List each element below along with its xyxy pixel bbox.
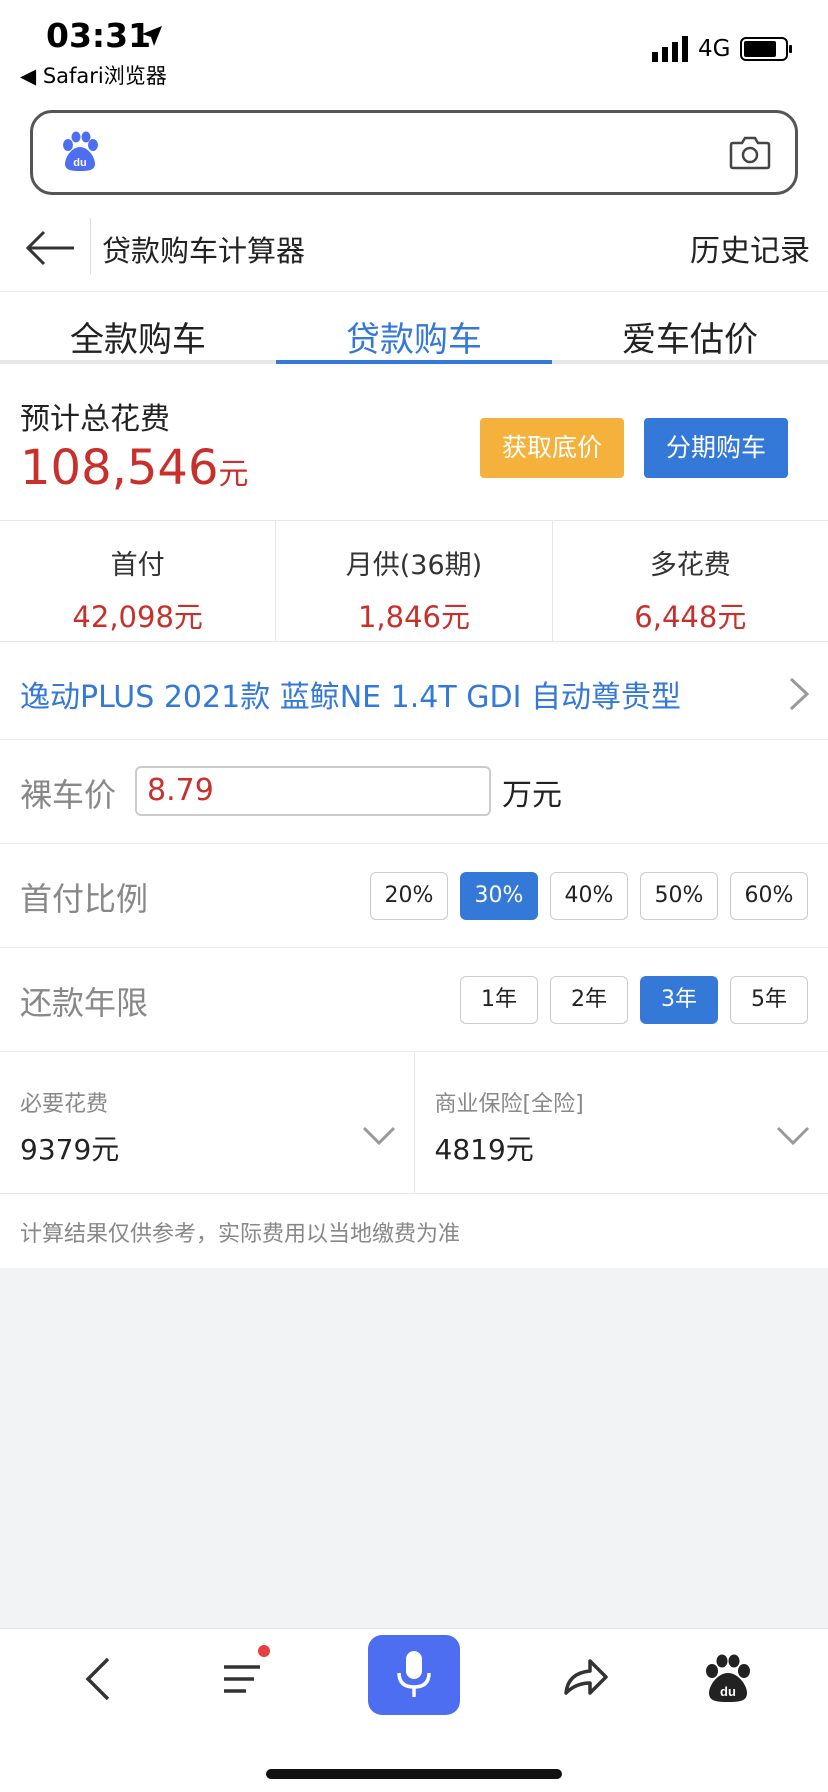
get-lowest-price-button[interactable]: 获取底价 bbox=[480, 418, 624, 478]
loan-term-option[interactable]: 3年 bbox=[640, 976, 718, 1024]
car-price-input[interactable]: 8.79 bbox=[135, 766, 491, 816]
home-indicator bbox=[266, 1769, 562, 1779]
loan-term-label: 还款年限 bbox=[20, 984, 149, 1022]
baidu-paw-icon: du bbox=[63, 131, 98, 171]
down-payment-options: 20% 30% 40% 50% 60% bbox=[370, 872, 808, 920]
microphone-icon bbox=[397, 1651, 431, 1697]
car-model-name: 逸动PLUS 2021款 蓝鲸NE 1.4T GDI 自动尊贵型 bbox=[20, 680, 681, 715]
insurance-dropdown[interactable]: 商业保险[全险] 4819元 bbox=[415, 1052, 828, 1193]
stat-label: 首付 bbox=[110, 550, 165, 581]
stat-value: 6,448元 bbox=[634, 600, 747, 634]
fees-row: 必要花费 9379元 商业保险[全险] 4819元 bbox=[0, 1052, 828, 1194]
status-time: 03:31 bbox=[46, 16, 152, 55]
disclaimer: 计算结果仅供参考，实际费用以当地缴费为准 bbox=[0, 1194, 828, 1268]
stat-value: 1,846元 bbox=[357, 600, 470, 634]
loan-term-option[interactable]: 2年 bbox=[550, 976, 628, 1024]
down-payment-option[interactable]: 50% bbox=[640, 872, 718, 920]
down-payment-option[interactable]: 60% bbox=[730, 872, 808, 920]
bottom-toolbar: du bbox=[0, 1628, 828, 1792]
network-type: 4G bbox=[698, 36, 731, 62]
car-price-unit: 万元 bbox=[502, 778, 562, 813]
total-cost-summary: 预计总花费 108,546元 获取底价 分期购车 bbox=[0, 364, 828, 520]
loan-term-row: 还款年限 1年 2年 3年 5年 bbox=[0, 948, 828, 1052]
chevron-down-icon bbox=[362, 1126, 395, 1146]
total-cost-unit: 元 bbox=[218, 457, 249, 492]
search-input[interactable]: du bbox=[30, 110, 798, 195]
loan-term-option[interactable]: 5年 bbox=[730, 976, 808, 1024]
fee-label: 必要花费 bbox=[20, 1092, 109, 1117]
disclaimer-text: 计算结果仅供参考，实际费用以当地缴费为准 bbox=[20, 1222, 461, 1247]
menu-icon[interactable] bbox=[214, 1649, 274, 1709]
notification-dot bbox=[258, 1645, 270, 1657]
tab-valuation[interactable]: 爱车估价 bbox=[552, 292, 828, 360]
svg-text:du: du bbox=[720, 1684, 736, 1699]
payment-stats: 首付 42,098元 月供(36期) 1,846元 多花费 6,448元 bbox=[0, 520, 828, 642]
chevron-right-icon bbox=[789, 677, 810, 711]
svg-text:du: du bbox=[73, 157, 86, 169]
camera-icon[interactable] bbox=[729, 133, 771, 171]
search-area: du bbox=[0, 100, 828, 200]
voice-search-button[interactable] bbox=[368, 1635, 460, 1715]
down-payment-label: 首付比例 bbox=[20, 880, 149, 918]
back-icon[interactable] bbox=[70, 1649, 130, 1709]
car-price-label: 裸车价 bbox=[20, 776, 117, 814]
tab-bar: 全款购车 贷款购车 爱车估价 bbox=[0, 292, 828, 364]
battery-icon bbox=[740, 37, 792, 61]
signal-icon bbox=[652, 36, 688, 62]
fee-label: 商业保险[全险] bbox=[434, 1092, 584, 1117]
stat-value: 42,098元 bbox=[72, 600, 203, 634]
down-payment-option[interactable]: 30% bbox=[460, 872, 538, 920]
stat-down-payment: 首付 42,098元 bbox=[0, 521, 277, 641]
stat-label: 月供(36期) bbox=[345, 550, 483, 581]
car-model-selector[interactable]: 逸动PLUS 2021款 蓝鲸NE 1.4T GDI 自动尊贵型 bbox=[0, 642, 828, 740]
status-bar: 03:31 ◀ Safari浏览器 4G bbox=[0, 0, 828, 100]
stat-extra-cost: 多花费 6,448元 bbox=[553, 521, 828, 641]
stat-label: 多花费 bbox=[649, 550, 731, 581]
location-arrow-icon bbox=[142, 26, 162, 46]
baidu-home-icon[interactable]: du bbox=[698, 1649, 758, 1709]
fee-value: 9379元 bbox=[20, 1133, 120, 1166]
page-title: 贷款购车计算器 bbox=[102, 234, 306, 268]
tab-loan[interactable]: 贷款购车 bbox=[276, 292, 552, 364]
calculator-header: 贷款购车计算器 历史记录 bbox=[0, 200, 828, 292]
car-price-row: 裸车价 8.79 万元 bbox=[0, 740, 828, 844]
total-cost-amount: 108,546元 bbox=[20, 440, 249, 496]
history-link[interactable]: 历史记录 bbox=[690, 226, 810, 270]
divider bbox=[90, 218, 91, 274]
total-cost-value: 108,546 bbox=[20, 440, 219, 496]
total-cost-label: 预计总花费 bbox=[20, 402, 170, 437]
stat-monthly: 月供(36期) 1,846元 bbox=[276, 521, 553, 641]
tab-full-payment[interactable]: 全款购车 bbox=[0, 292, 276, 360]
down-payment-option[interactable]: 40% bbox=[550, 872, 628, 920]
installment-purchase-button[interactable]: 分期购车 bbox=[644, 418, 788, 478]
share-icon[interactable] bbox=[554, 1649, 614, 1709]
loan-term-options: 1年 2年 3年 5年 bbox=[460, 976, 808, 1024]
down-payment-option[interactable]: 20% bbox=[370, 872, 448, 920]
down-payment-row: 首付比例 20% 30% 40% 50% 60% bbox=[0, 844, 828, 948]
loan-term-option[interactable]: 1年 bbox=[460, 976, 538, 1024]
back-to-safari-link[interactable]: ◀ Safari浏览器 bbox=[20, 60, 167, 90]
required-fees-dropdown[interactable]: 必要花费 9379元 bbox=[0, 1052, 415, 1193]
chevron-down-icon bbox=[776, 1126, 810, 1146]
fee-value: 4819元 bbox=[434, 1133, 534, 1166]
back-arrow-icon[interactable] bbox=[24, 228, 76, 268]
